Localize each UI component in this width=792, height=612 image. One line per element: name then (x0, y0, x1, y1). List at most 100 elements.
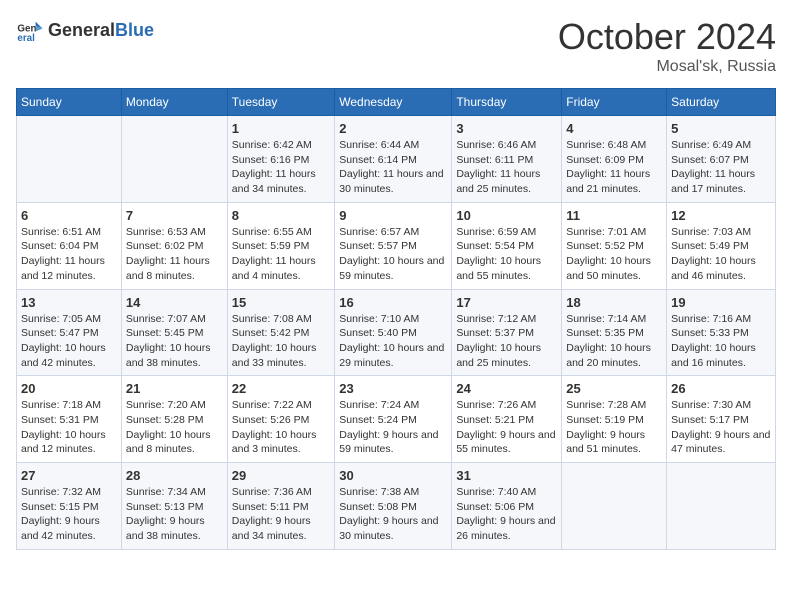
calendar-cell: 27 Sunrise: 7:32 AM Sunset: 5:15 PM Dayli… (17, 463, 122, 550)
day-info: Sunrise: 7:20 AM Sunset: 5:28 PM Dayligh… (126, 398, 223, 457)
location-title: Mosal'sk, Russia (558, 58, 776, 76)
calendar-cell: 20 Sunrise: 7:18 AM Sunset: 5:31 PM Dayli… (17, 376, 122, 463)
logo-general: General (48, 20, 115, 41)
day-info: Sunrise: 7:18 AM Sunset: 5:31 PM Dayligh… (21, 398, 117, 457)
day-number: 10 (456, 208, 557, 223)
day-info: Sunrise: 7:40 AM Sunset: 5:06 PM Dayligh… (456, 485, 557, 544)
day-info: Sunrise: 7:05 AM Sunset: 5:47 PM Dayligh… (21, 312, 117, 371)
calendar-cell: 15Sunrise: 7:08 AM Sunset: 5:42 PM Dayli… (227, 289, 334, 376)
calendar-cell: 9Sunrise: 6:57 AM Sunset: 5:57 PM Daylig… (335, 202, 452, 289)
day-info: Sunrise: 6:55 AM Sunset: 5:59 PM Dayligh… (232, 225, 330, 284)
svg-text:eral: eral (17, 33, 35, 44)
day-info: Sunrise: 7:24 AM Sunset: 5:24 PM Dayligh… (339, 398, 447, 457)
day-number: 5 (671, 121, 771, 136)
day-number: 7 (126, 208, 223, 223)
day-number: 12 (671, 208, 771, 223)
day-info: Sunrise: 7:32 AM Sunset: 5:15 PM Dayligh… (21, 485, 117, 544)
day-info: Sunrise: 7:30 AM Sunset: 5:17 PM Dayligh… (671, 398, 771, 457)
calendar-cell: 26 Sunrise: 7:30 AM Sunset: 5:17 PM Dayli… (667, 376, 776, 463)
calendar-cell: 31 Sunrise: 7:40 AM Sunset: 5:06 PM Dayli… (452, 463, 562, 550)
weekday-header-tuesday: Tuesday (227, 89, 334, 116)
day-info: Sunrise: 7:03 AM Sunset: 5:49 PM Dayligh… (671, 225, 771, 284)
calendar-week-3: 13 Sunrise: 7:05 AM Sunset: 5:47 PM Dayli… (17, 289, 776, 376)
calendar-cell: 8 Sunrise: 6:55 AM Sunset: 5:59 PM Daylig… (227, 202, 334, 289)
weekday-header-wednesday: Wednesday (335, 89, 452, 116)
day-number: 25 (566, 381, 662, 396)
weekday-header-sunday: Sunday (17, 89, 122, 116)
day-info: Sunrise: 6:59 AM Sunset: 5:54 PM Dayligh… (456, 225, 557, 284)
day-number: 11 (566, 208, 662, 223)
calendar-cell: 21 Sunrise: 7:20 AM Sunset: 5:28 PM Dayli… (121, 376, 227, 463)
day-number: 22 (232, 381, 330, 396)
calendar-cell: 10 Sunrise: 6:59 AM Sunset: 5:54 PM Dayli… (452, 202, 562, 289)
day-number: 24 (456, 381, 557, 396)
logo-icon: Gen eral (16, 16, 44, 44)
calendar-cell: 6 Sunrise: 6:51 AM Sunset: 6:04 PM Daylig… (17, 202, 122, 289)
day-number: 3 (456, 121, 557, 136)
day-info: Sunrise: 7:26 AM Sunset: 5:21 PM Dayligh… (456, 398, 557, 457)
day-number: 16 (339, 295, 447, 310)
day-info: Sunrise: 6:42 AM Sunset: 6:16 PM Dayligh… (232, 138, 330, 197)
day-info: Sunrise: 7:16 AM Sunset: 5:33 PM Dayligh… (671, 312, 771, 371)
calendar-cell: 23Sunrise: 7:24 AM Sunset: 5:24 PM Dayli… (335, 376, 452, 463)
calendar-cell: 11 Sunrise: 7:01 AM Sunset: 5:52 PM Dayli… (562, 202, 667, 289)
calendar-week-5: 27 Sunrise: 7:32 AM Sunset: 5:15 PM Dayli… (17, 463, 776, 550)
day-number: 8 (232, 208, 330, 223)
day-number: 1 (232, 121, 330, 136)
day-info: Sunrise: 6:48 AM Sunset: 6:09 PM Dayligh… (566, 138, 662, 197)
day-number: 20 (21, 381, 117, 396)
day-number: 15 (232, 295, 330, 310)
day-number: 27 (21, 468, 117, 483)
calendar-cell: 5 Sunrise: 6:49 AM Sunset: 6:07 PM Daylig… (667, 116, 776, 203)
day-number: 13 (21, 295, 117, 310)
calendar-cell (121, 116, 227, 203)
calendar-cell: 2Sunrise: 6:44 AM Sunset: 6:14 PM Daylig… (335, 116, 452, 203)
day-number: 18 (566, 295, 662, 310)
day-number: 31 (456, 468, 557, 483)
day-number: 17 (456, 295, 557, 310)
calendar-cell: 13 Sunrise: 7:05 AM Sunset: 5:47 PM Dayli… (17, 289, 122, 376)
day-number: 19 (671, 295, 771, 310)
calendar-cell: 25 Sunrise: 7:28 AM Sunset: 5:19 PM Dayli… (562, 376, 667, 463)
calendar-cell: 7 Sunrise: 6:53 AM Sunset: 6:02 PM Daylig… (121, 202, 227, 289)
day-info: Sunrise: 6:49 AM Sunset: 6:07 PM Dayligh… (671, 138, 771, 197)
weekday-header-thursday: Thursday (452, 89, 562, 116)
day-info: Sunrise: 7:12 AM Sunset: 5:37 PM Dayligh… (456, 312, 557, 371)
day-info: Sunrise: 6:51 AM Sunset: 6:04 PM Dayligh… (21, 225, 117, 284)
day-number: 6 (21, 208, 117, 223)
calendar-cell (17, 116, 122, 203)
day-number: 30 (339, 468, 447, 483)
calendar-cell: 1 Sunrise: 6:42 AM Sunset: 6:16 PM Daylig… (227, 116, 334, 203)
calendar-cell: 30 Sunrise: 7:38 AM Sunset: 5:08 PM Dayli… (335, 463, 452, 550)
day-number: 28 (126, 468, 223, 483)
day-number: 29 (232, 468, 330, 483)
calendar-cell: 28Sunrise: 7:34 AM Sunset: 5:13 PM Dayli… (121, 463, 227, 550)
calendar-cell: 14Sunrise: 7:07 AM Sunset: 5:45 PM Dayli… (121, 289, 227, 376)
calendar-cell: 12 Sunrise: 7:03 AM Sunset: 5:49 PM Dayli… (667, 202, 776, 289)
day-info: Sunrise: 7:07 AM Sunset: 5:45 PM Dayligh… (126, 312, 223, 371)
calendar-table: SundayMondayTuesdayWednesdayThursdayFrid… (16, 88, 776, 550)
day-info: Sunrise: 7:28 AM Sunset: 5:19 PM Dayligh… (566, 398, 662, 457)
day-info: Sunrise: 6:53 AM Sunset: 6:02 PM Dayligh… (126, 225, 223, 284)
calendar-cell: 24 Sunrise: 7:26 AM Sunset: 5:21 PM Dayli… (452, 376, 562, 463)
weekday-header-friday: Friday (562, 89, 667, 116)
day-number: 21 (126, 381, 223, 396)
day-info: Sunrise: 7:22 AM Sunset: 5:26 PM Dayligh… (232, 398, 330, 457)
calendar-week-1: 1 Sunrise: 6:42 AM Sunset: 6:16 PM Daylig… (17, 116, 776, 203)
title-block: October 2024 Mosal'sk, Russia (558, 16, 776, 76)
calendar-cell: 3 Sunrise: 6:46 AM Sunset: 6:11 PM Daylig… (452, 116, 562, 203)
calendar-week-2: 6 Sunrise: 6:51 AM Sunset: 6:04 PM Daylig… (17, 202, 776, 289)
day-info: Sunrise: 6:57 AM Sunset: 5:57 PM Dayligh… (339, 225, 447, 284)
logo-blue: Blue (115, 20, 154, 41)
calendar-cell: 17 Sunrise: 7:12 AM Sunset: 5:37 PM Dayli… (452, 289, 562, 376)
calendar-cell: 18Sunrise: 7:14 AM Sunset: 5:35 PM Dayli… (562, 289, 667, 376)
day-info: Sunrise: 7:38 AM Sunset: 5:08 PM Dayligh… (339, 485, 447, 544)
calendar-cell: 19 Sunrise: 7:16 AM Sunset: 5:33 PM Dayli… (667, 289, 776, 376)
day-info: Sunrise: 7:01 AM Sunset: 5:52 PM Dayligh… (566, 225, 662, 284)
day-number: 26 (671, 381, 771, 396)
calendar-cell: 22 Sunrise: 7:22 AM Sunset: 5:26 PM Dayli… (227, 376, 334, 463)
day-info: Sunrise: 6:46 AM Sunset: 6:11 PM Dayligh… (456, 138, 557, 197)
day-number: 4 (566, 121, 662, 136)
day-info: Sunrise: 7:10 AM Sunset: 5:40 PM Dayligh… (339, 312, 447, 371)
logo: Gen eral GeneralBlue (16, 16, 154, 44)
